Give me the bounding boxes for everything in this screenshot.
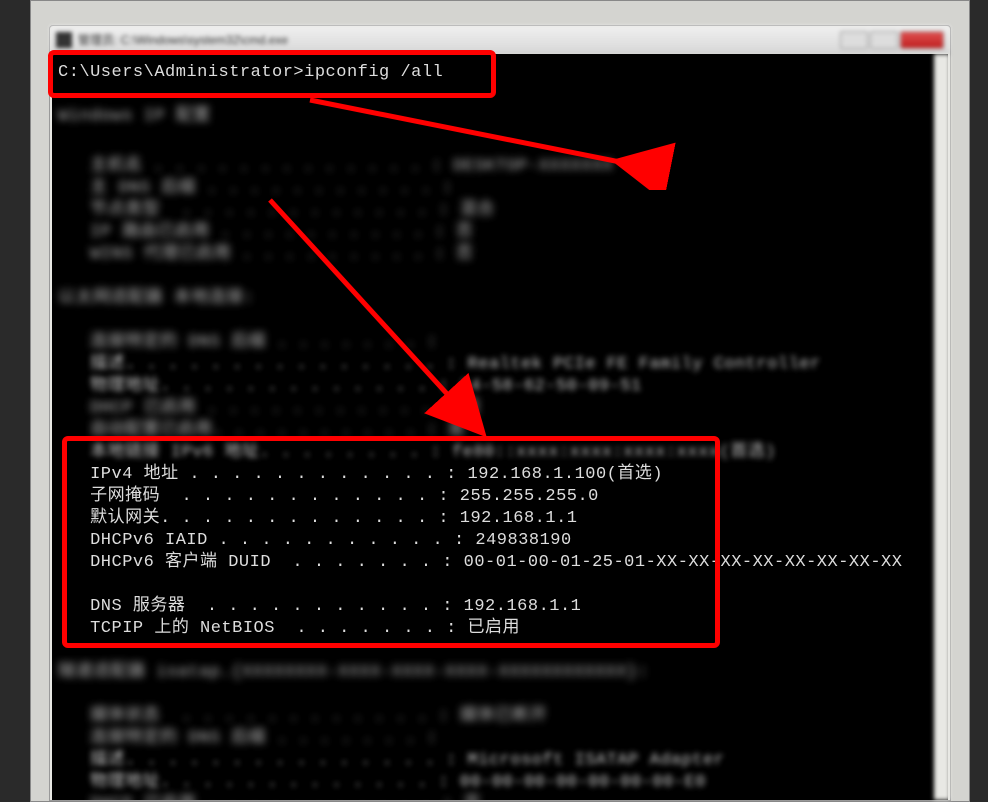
blank-line (58, 128, 942, 150)
vertical-scrollbar[interactable] (934, 54, 950, 800)
blank-line (58, 640, 942, 662)
outer-frame: 管理员: C:\Windows\system32\cmd.exe C:\User… (30, 0, 970, 802)
blank-line (58, 684, 942, 706)
tunnel-header: 隧道适配器 isatap.{XXXXXXXX-XXXX-XXXX-XXXX-XX… (58, 662, 942, 684)
tunnel-l5: DHCP 已启用 . . . . . . . . . . . : 否 (58, 794, 942, 800)
close-button[interactable] (900, 31, 944, 49)
cmd-window: 管理员: C:\Windows\system32\cmd.exe C:\User… (49, 25, 951, 801)
adapter-section: 连接特定的 DNS 后缀 . . . . . . . : 描述. . . . .… (58, 332, 942, 464)
adapter-l3: 物理地址. . . . . . . . . . . . . : 14-58-62… (58, 376, 942, 398)
header-line: Windows IP 配置 (58, 106, 942, 128)
adapter-l6: 本地链接 IPv6 地址. . . . . . . . : fe80::xxxx… (58, 442, 942, 464)
adapter-l1: 连接特定的 DNS 后缀 . . . . . . . : (58, 332, 942, 354)
window-titlebar: 管理员: C:\Windows\system32\cmd.exe (50, 26, 950, 54)
adapter-l5: 自动配置已启用. . . . . . . . . . : 是 (58, 420, 942, 442)
dhcpv6-iaid-line: DHCPv6 IAID . . . . . . . . . . . : 2498… (58, 530, 942, 552)
tunnel-section: 媒体状态 . . . . . . . . . . . . : 媒体已断开 连接特… (58, 706, 942, 800)
blank-line (58, 310, 942, 332)
host-l4: IP 路由已启用 . . . . . . . . . . : 否 (58, 222, 942, 244)
tunnel-l4: 物理地址. . . . . . . . . . . . . : 00-00-00… (58, 772, 942, 794)
adapter-header: 以太网适配器 本地连接: (58, 288, 942, 310)
host-l3: 节点类型 . . . . . . . . . . . . : 混合 (58, 200, 942, 222)
prompt-line: C:\Users\Administrator>ipconfig /all (58, 62, 942, 84)
blank-line (58, 84, 942, 106)
subnet-line: 子网掩码 . . . . . . . . . . . . : 255.255.2… (58, 486, 942, 508)
tunnel-l3: 描述. . . . . . . . . . . . . . . : Micros… (58, 750, 942, 772)
tunnel-l1: 媒体状态 . . . . . . . . . . . . : 媒体已断开 (58, 706, 942, 728)
dns-line: DNS 服务器 . . . . . . . . . . . : 192.168.… (58, 596, 942, 618)
host-l1: 主机名 . . . . . . . . . . . . . : DESKTOP-… (58, 156, 942, 178)
blank-line (58, 266, 942, 288)
gateway-line: 默认网关. . . . . . . . . . . . . : 192.168.… (58, 508, 942, 530)
maximize-button[interactable] (870, 31, 898, 49)
window-title: 管理员: C:\Windows\system32\cmd.exe (78, 31, 840, 48)
ipv4-line: IPv4 地址 . . . . . . . . . . . . : 192.16… (58, 464, 942, 486)
host-l5: WINS 代理已启用 . . . . . . . . . : 否 (58, 244, 942, 266)
window-buttons (840, 31, 944, 49)
blank-line (58, 574, 942, 596)
cmd-icon (56, 32, 72, 48)
terminal-area[interactable]: C:\Users\Administrator>ipconfig /all Win… (52, 54, 948, 800)
adapter-l2: 描述. . . . . . . . . . . . . . . : Realte… (58, 354, 942, 376)
dhcpv6-duid-line: DHCPv6 客户端 DUID . . . . . . . : 00-01-00… (58, 552, 942, 574)
adapter-l4: DHCP 已启用 . . . . . . . . . . . : 是 (58, 398, 942, 420)
tunnel-l2: 连接特定的 DNS 后缀 . . . . . . . : (58, 728, 942, 750)
host-section: 主机名 . . . . . . . . . . . . . : DESKTOP-… (58, 156, 942, 266)
network-info-section: IPv4 地址 . . . . . . . . . . . . : 192.16… (58, 464, 942, 640)
netbios-line: TCPIP 上的 NetBIOS . . . . . . . : 已启用 (58, 618, 942, 640)
host-l2: 主 DNS 后缀 . . . . . . . . . . . : (58, 178, 942, 200)
minimize-button[interactable] (840, 31, 868, 49)
